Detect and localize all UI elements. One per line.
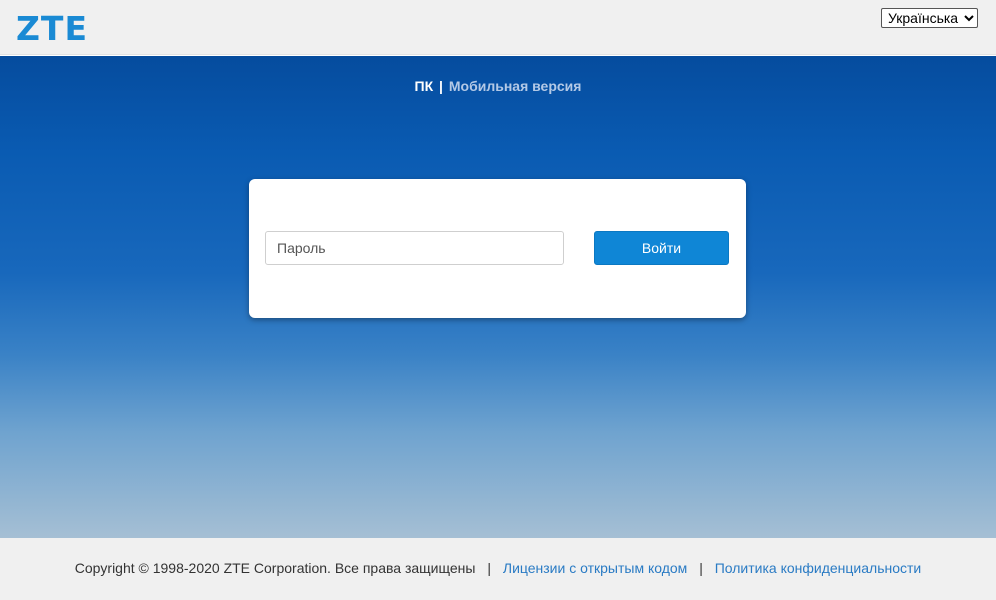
open-source-license-link[interactable]: Лицензии с открытым кодом [503,560,687,576]
login-button[interactable]: Войти [594,231,729,265]
main-area: ПК | Мобильная версия Войти [0,56,996,538]
password-input[interactable] [265,231,564,265]
header: ZTE Українська [0,0,996,55]
footer-separator: | [699,560,703,576]
mobile-version-link[interactable]: Мобильная версия [449,78,582,94]
pc-version-link[interactable]: ПК [415,78,434,94]
privacy-policy-link[interactable]: Политика конфиденциальности [715,560,922,576]
view-switch-separator: | [439,78,443,94]
login-card: Войти [249,179,746,318]
footer: Copyright © 1998-2020 ZTE Corporation. В… [0,538,996,600]
footer-line: Copyright © 1998-2020 ZTE Corporation. В… [0,560,996,576]
copyright-text: Copyright © 1998-2020 ZTE Corporation. В… [74,560,476,576]
view-switch: ПК | Мобильная версия [0,78,996,94]
zte-logo: ZTE [16,9,88,48]
language-select[interactable]: Українська [881,8,978,28]
footer-separator: | [487,560,491,576]
